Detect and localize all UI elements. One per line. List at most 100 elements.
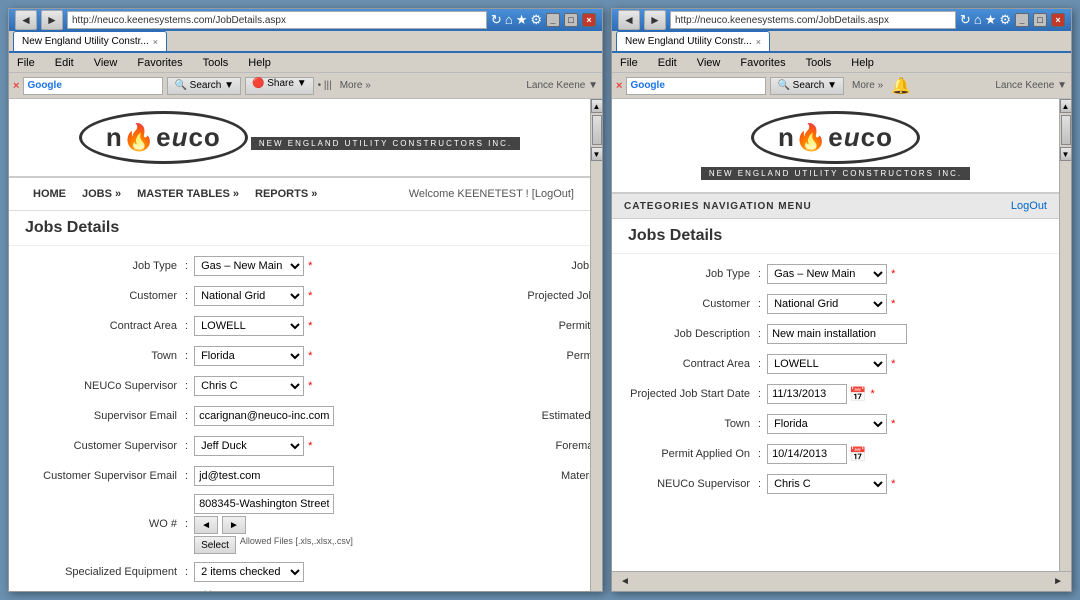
google-search-box-right: Google	[626, 77, 766, 95]
scroll-down-btn-left[interactable]: ▼	[591, 147, 603, 161]
wo-input[interactable]	[194, 494, 334, 514]
menu-favorites-left[interactable]: Favorites	[133, 55, 186, 71]
scroll-thumb-left[interactable]	[592, 115, 602, 145]
scroll-down-btn-right[interactable]: ▼	[1060, 147, 1072, 161]
customer-supervisor-email-input[interactable]	[194, 466, 334, 486]
contract-area-select-right[interactable]: LOWELL	[767, 354, 887, 374]
customer-row: Customer : National Grid *	[25, 284, 495, 308]
menu-favorites-right[interactable]: Favorites	[736, 55, 789, 71]
contract-area-select[interactable]: LOWELL	[194, 316, 304, 336]
menu-help-left[interactable]: Help	[244, 55, 275, 71]
tab-close-right[interactable]: ×	[756, 37, 761, 47]
menu-tools-left[interactable]: Tools	[199, 55, 233, 71]
job-type-row: Job Type : Gas – New Main *	[25, 254, 495, 278]
specialized-equipment-select[interactable]: 2 items checked	[194, 562, 304, 582]
tab-close-left[interactable]: ×	[153, 37, 158, 47]
nav-reports-left[interactable]: REPORTS »	[247, 184, 325, 204]
nav-master-tables-left[interactable]: MASTER TABLES »	[129, 184, 247, 204]
minimize-button-right[interactable]: _	[1015, 13, 1029, 27]
nav-jobs-left[interactable]: JOBS »	[74, 184, 129, 204]
neuco-flame-left: 🔥	[123, 122, 156, 152]
supervisor-email-label: Supervisor Email	[25, 410, 185, 422]
menu-edit-right[interactable]: Edit	[654, 55, 681, 71]
add-link[interactable]: Add	[194, 590, 212, 591]
menu-view-right[interactable]: View	[693, 55, 725, 71]
address-bar-left[interactable]	[67, 11, 487, 29]
contract-area-row-right: Contract Area : LOWELL *	[628, 352, 1043, 376]
permit-applied-label-right: Permit Applied On	[628, 448, 758, 460]
forward-button-right[interactable]: ►	[644, 10, 666, 30]
permit-fee-row: Permit Fee :	[515, 374, 590, 398]
maximize-button-right[interactable]: □	[1033, 13, 1047, 27]
more-label-right[interactable]: More »	[852, 80, 883, 91]
permit-applied-input-right[interactable]	[767, 444, 847, 464]
neuco-supervisor-label: NEUCo Supervisor	[25, 380, 185, 392]
close-x-left[interactable]: ×	[13, 80, 19, 92]
close-button-right[interactable]: ×	[1051, 13, 1065, 27]
tab-right-active[interactable]: New England Utility Constr... ×	[616, 31, 770, 51]
permit-received-label: Permit Received	[515, 350, 590, 362]
job-description-row-right: Job Description : *	[515, 254, 590, 278]
menu-edit-left[interactable]: Edit	[51, 55, 78, 71]
town-select-right[interactable]: Florida	[767, 414, 887, 434]
wo-select-btn[interactable]: Select	[194, 536, 236, 554]
refresh-icon-right[interactable]: ↻	[960, 12, 971, 28]
job-description-input-right[interactable]	[767, 324, 907, 344]
menu-file-right[interactable]: File	[616, 55, 642, 71]
supervisor-email-input[interactable]	[194, 406, 334, 426]
scroll-up-btn-right[interactable]: ▲	[1060, 99, 1072, 113]
minimize-button-left[interactable]: _	[546, 13, 560, 27]
neuco-logo-right: n🔥euco	[751, 111, 920, 164]
tools-icon-right[interactable]: ⚙	[999, 12, 1011, 28]
star-icon-right[interactable]: ★	[985, 12, 997, 28]
neuco-supervisor-select-right[interactable]: Chris C	[767, 474, 887, 494]
menu-help-right[interactable]: Help	[847, 55, 878, 71]
town-required-right: *	[891, 418, 895, 430]
neuco-supervisor-select[interactable]: Chris C	[194, 376, 304, 396]
town-select[interactable]: Florida	[194, 346, 304, 366]
menu-tools-right[interactable]: Tools	[802, 55, 836, 71]
search-btn-right[interactable]: 🔍 Search ▼	[770, 77, 844, 95]
scroll-thumb-right[interactable]	[1061, 115, 1071, 145]
logout-link-right[interactable]: LogOut	[1011, 200, 1047, 212]
address-bar-right[interactable]	[670, 11, 956, 29]
share-btn-left[interactable]: 🔴 Share ▼	[245, 77, 314, 95]
close-button-left[interactable]: ×	[582, 13, 596, 27]
tools-icon[interactable]: ⚙	[530, 12, 542, 28]
bell-icon-right: 🔔	[891, 76, 911, 96]
menu-view-left[interactable]: View	[90, 55, 122, 71]
customer-supervisor-select[interactable]: Jeff Duck	[194, 436, 304, 456]
home-icon[interactable]: ⌂	[505, 12, 513, 28]
forward-button[interactable]: ►	[41, 10, 63, 30]
nav-home-left[interactable]: HOME	[25, 184, 74, 204]
back-button[interactable]: ◄	[15, 10, 37, 30]
more-label-left[interactable]: More »	[340, 80, 371, 91]
job-type-select-right[interactable]: Gas – New Main	[767, 264, 887, 284]
mains-installation-row: Mains Installation : Add Clear Length	[25, 590, 495, 591]
add-clear-buttons: Add Clear	[194, 590, 218, 591]
specialized-equipment-label: Specialized Equipment	[25, 566, 185, 578]
projected-job-input-right[interactable]	[767, 384, 847, 404]
job-type-select[interactable]: Gas – New Main	[194, 256, 304, 276]
close-x-right[interactable]: ×	[616, 80, 622, 92]
wo-next-btn[interactable]: ►	[222, 516, 246, 534]
customer-select[interactable]: National Grid	[194, 286, 304, 306]
right-browser-window: ◄ ► ↻ ⌂ ★ ⚙ _ □ × New England Utility Co…	[611, 8, 1072, 592]
projected-job-calendar-right[interactable]: 📅	[849, 386, 866, 403]
search-btn-left[interactable]: 🔍 Search ▼	[167, 77, 241, 95]
toolbar-right: × Google 🔍 Search ▼ More » 🔔 Lance Keene…	[612, 73, 1071, 99]
menu-file-left[interactable]: File	[13, 55, 39, 71]
neuco-header-right: n🔥euco NEW ENGLAND UTILITY CONSTRUCTORS …	[612, 99, 1059, 194]
toolbar-left: × Google 🔍 Search ▼ 🔴 Share ▼ • ||| More…	[9, 73, 602, 99]
wo-prev-btn[interactable]: ◄	[194, 516, 218, 534]
customer-select-right[interactable]: National Grid	[767, 294, 887, 314]
scroll-up-btn-left[interactable]: ▲	[591, 99, 603, 113]
star-icon[interactable]: ★	[516, 12, 528, 28]
back-button-right[interactable]: ◄	[618, 10, 640, 30]
refresh-icon[interactable]: ↻	[491, 12, 502, 28]
home-icon-right[interactable]: ⌂	[974, 12, 982, 28]
tab-left-active[interactable]: New England Utility Constr... ×	[13, 31, 167, 51]
tab-label-right: New England Utility Constr...	[625, 36, 752, 47]
permit-applied-calendar-right[interactable]: 📅	[849, 446, 866, 463]
maximize-button-left[interactable]: □	[564, 13, 578, 27]
